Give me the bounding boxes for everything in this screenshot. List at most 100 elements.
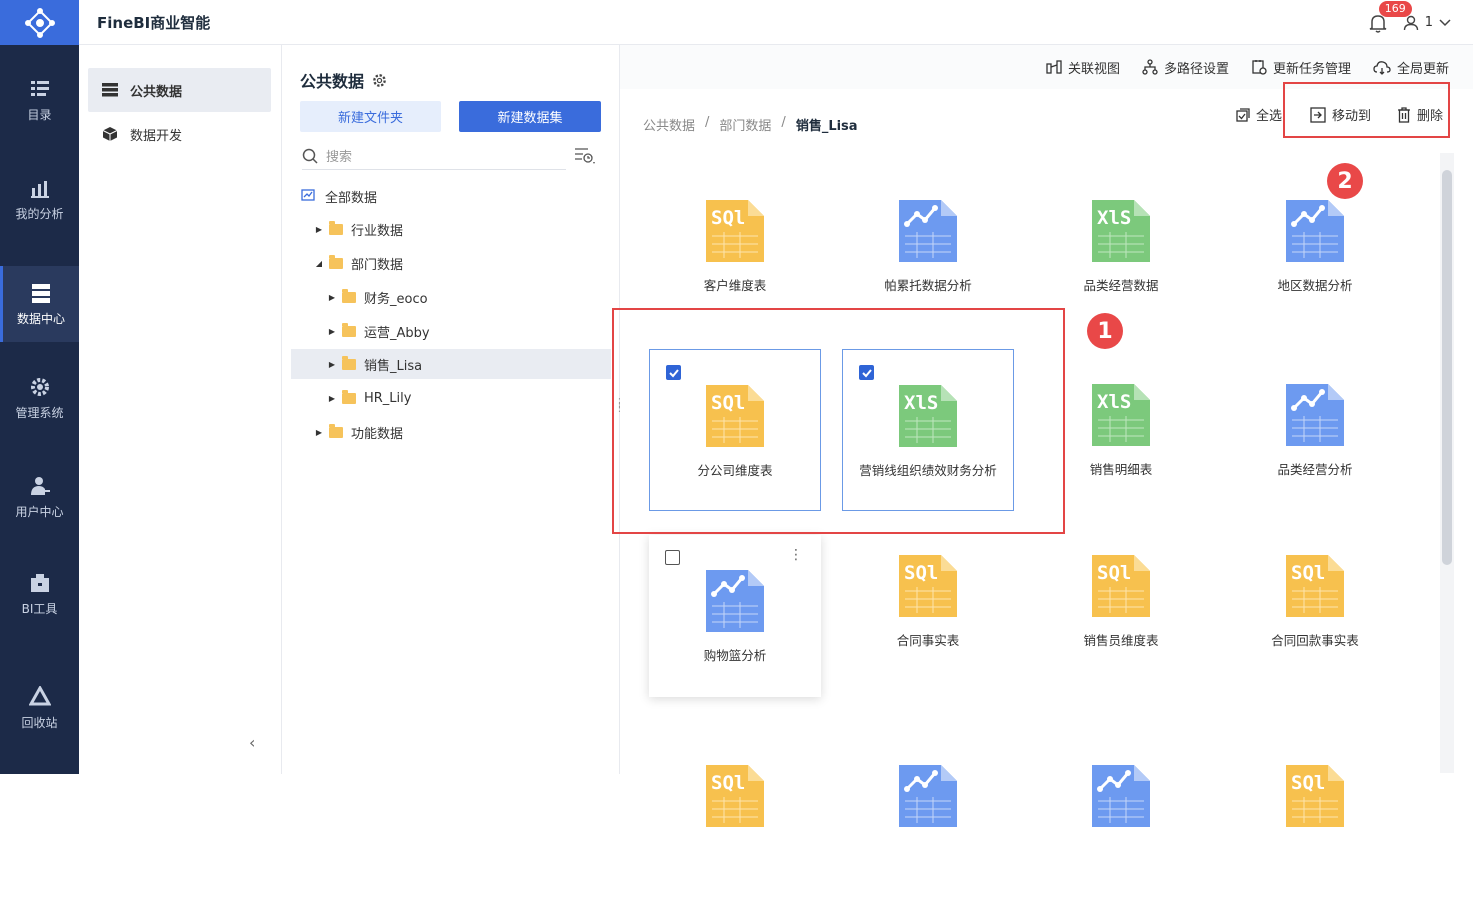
nav-item-data-dev[interactable]: 数据开发 [88,112,271,156]
rail-label: 管理系统 [15,405,64,420]
tree-search[interactable]: 搜索 [302,142,566,170]
tree-item-operations[interactable]: ▶ 运营_Abby [291,316,611,346]
breadcrumb-item[interactable]: 公共数据 [643,115,695,134]
new-folder-button[interactable]: 新建文件夹 [300,101,441,132]
dataset-card-label: 合同回款事实表 [1271,633,1359,648]
update-task-button[interactable]: 更新任务管理 [1251,58,1351,77]
dataset-card[interactable] [842,745,1014,907]
folder-icon [342,355,356,370]
folder-icon [329,220,343,235]
dataset-card-label: 合同事实表 [896,633,960,648]
rail-item-data-center[interactable]: 数据中心 [0,266,79,342]
dataset-card[interactable]: SQl 合同回款事实表 [1229,535,1401,697]
tree-item-label: 运营_Abby [364,325,430,341]
rail-label: 数据中心 [16,311,65,326]
tree-item-industry[interactable]: ▶ 行业数据 [291,214,611,244]
breadcrumb-separator: / [781,115,786,130]
analysis-file-icon [897,763,959,832]
new-dataset-button[interactable]: 新建数据集 [459,101,601,132]
nav-item-public-data[interactable]: 公共数据 [88,68,271,112]
analysis-file-icon [1284,382,1346,451]
folder-icon [342,389,356,404]
folder-icon [342,288,356,303]
tree-item-finance[interactable]: ▶ 财务_eoco [291,282,611,312]
tree-item-label: 销售_Lisa [364,358,423,374]
breadcrumb-item[interactable]: 部门数据 [719,115,771,134]
caret-down-icon[interactable]: ◢ [313,259,325,268]
cube-icon [102,127,118,141]
tree-item-label: HR_Lily [364,390,412,406]
dataset-card[interactable]: 地区数据分析 [1229,180,1401,342]
sql-file-icon: SQl [897,553,959,622]
svg-text:SQl: SQl [711,207,745,229]
tree-item-function[interactable]: ▶ 功能数据 [291,417,611,447]
dataset-card[interactable]: SQl 销售员维度表 [1035,535,1207,697]
caret-right-icon[interactable]: ▶ [326,360,338,369]
collapse-button[interactable]: ‹ [249,733,255,752]
rail-item-catalog[interactable]: 目录 [0,62,79,138]
highlight-batch-actions [1283,82,1450,138]
multi-path-button[interactable]: 多路径设置 [1142,58,1229,77]
dataset-card[interactable] [1035,745,1207,907]
analysis-file-icon [897,198,959,267]
rail-item-bi-tools[interactable]: BI工具 [0,556,79,632]
caret-right-icon[interactable]: ▶ [326,293,338,302]
folder-icon [342,322,356,337]
svg-text:SQl: SQl [1097,562,1131,584]
tool-label: 关联视图 [1067,61,1120,77]
notification-button[interactable]: 169 [1369,0,1412,33]
rail-label: 我的分析 [15,206,64,221]
nav-item-label: 公共数据 [130,84,183,100]
analysis-file-icon [704,568,766,637]
rail-item-analysis[interactable]: 我的分析 [0,161,79,237]
chart-folder-icon [301,189,315,201]
relation-view-icon [1046,60,1062,74]
tool-label: 多路径设置 [1163,61,1229,77]
dataset-card[interactable]: ⋮ 购物篮分析 [649,535,821,697]
select-checkbox[interactable] [665,550,680,565]
xls-file-icon: XlS [1090,382,1152,451]
analysis-icon [30,180,49,198]
tree-item-sales[interactable]: ▶ 销售_Lisa [291,349,611,379]
sql-file-icon: SQl [704,198,766,267]
step-marker-2: 2 [1327,163,1363,199]
analysis-file-icon [1090,763,1152,832]
dataset-card-label: 购物篮分析 [703,648,767,663]
xls-file-icon: XlS [1090,198,1152,267]
scrollbar-thumb[interactable] [1442,170,1452,565]
caret-right-icon[interactable]: ▶ [326,327,338,336]
caret-right-icon[interactable]: ▶ [326,394,338,403]
tree-item-hr[interactable]: ▶ HR_Lily [291,383,611,413]
rail-label: 回收站 [21,715,58,730]
caret-right-icon[interactable]: ▶ [313,225,325,234]
tree-item-department[interactable]: ◢ 部门数据 [291,248,611,278]
rail-item-admin[interactable]: 管理系统 [0,360,79,436]
filter-sort-icon[interactable] [574,147,596,165]
user-menu[interactable]: 1 [1403,15,1451,31]
dataset-card[interactable]: SQl [1229,745,1401,907]
global-update-button[interactable]: 全局更新 [1373,58,1449,77]
top-right-area: 169 1 [1369,0,1451,45]
rail-item-user-center[interactable]: 用户中心 [0,459,79,535]
relation-view-button[interactable]: 关联视图 [1046,58,1120,77]
svg-text:SQl: SQl [711,772,745,794]
caret-right-icon[interactable]: ▶ [313,428,325,437]
user-icon [30,476,50,495]
dataset-card[interactable]: SQl 合同事实表 [842,535,1014,697]
rail-item-recycle-bin[interactable]: 回收站 [0,670,79,746]
rail-label: 目录 [27,107,52,122]
tree-root[interactable]: 全部数据 [291,181,611,211]
svg-text:SQl: SQl [1291,772,1325,794]
breadcrumb: 公共数据 / 部门数据 / 销售_Lisa [643,115,858,134]
dataset-card[interactable]: SQl [649,745,821,907]
task-icon [1252,60,1267,75]
logo[interactable] [0,0,79,45]
dataset-card-label: 客户维度表 [703,278,767,293]
search-icon [302,148,318,164]
settings-gear-icon[interactable] [372,73,387,88]
select-all-button[interactable]: 全选 [1236,105,1282,124]
select-all-icon [1236,107,1250,122]
dataset-card[interactable]: 品类经营分析 [1229,349,1401,511]
more-options-icon[interactable]: ⋮ [789,547,803,563]
dataset-card-label: 品类经营数据 [1083,278,1159,293]
